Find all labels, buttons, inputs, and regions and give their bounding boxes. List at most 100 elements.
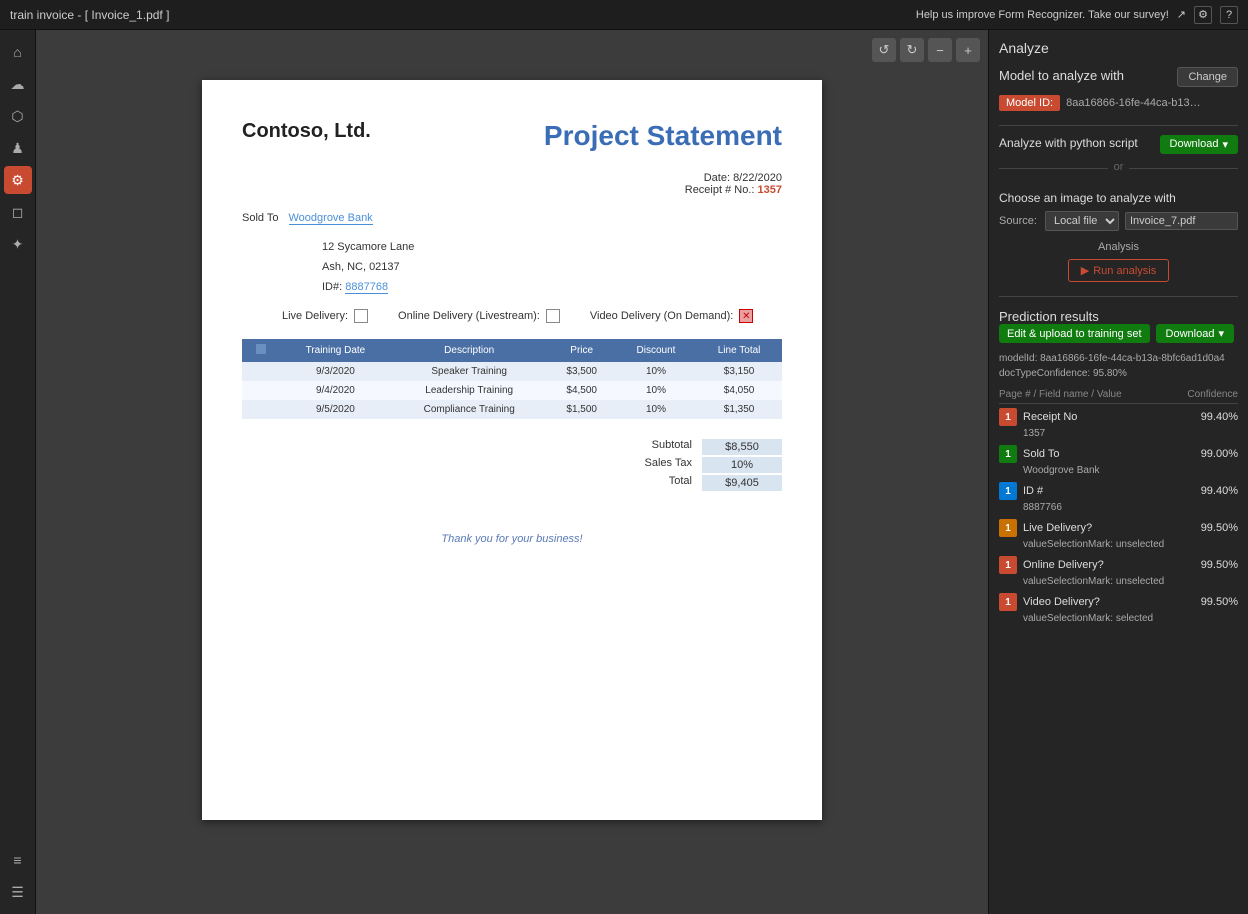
source-select[interactable]: Local file xyxy=(1045,211,1119,231)
model-id-label: Model ID: xyxy=(999,95,1060,111)
col-header-icon xyxy=(242,339,280,362)
prediction-row: 1 Receipt No 99.40% 1357 xyxy=(999,408,1238,439)
settings-icon-top[interactable]: ⚙ xyxy=(1194,6,1212,24)
survey-text: Help us improve Form Recognizer. Take ou… xyxy=(916,9,1169,21)
download-button[interactable]: Download ▾ xyxy=(1160,135,1238,154)
sidebar-item-list[interactable]: ☰ xyxy=(4,878,32,906)
zoom-out-button[interactable]: − xyxy=(928,38,952,62)
video-delivery-checkbox[interactable]: ✕ xyxy=(739,309,753,323)
source-row: Source: Local file Invoice_7.pdf xyxy=(999,211,1238,231)
or-divider: or xyxy=(999,168,1238,181)
zoom-in-button[interactable]: + xyxy=(956,38,980,62)
pred-value: 1357 xyxy=(1023,428,1238,439)
live-delivery-checkbox[interactable] xyxy=(354,309,368,323)
divider2 xyxy=(999,296,1238,297)
sidebar: ⌂ ☁ ⬡ ♟ ⚙ ◻ ✦ ≡ ☰ xyxy=(0,30,36,914)
edit-upload-label: Edit & upload to training set xyxy=(1007,328,1142,340)
pred-value: 8887766 xyxy=(1023,502,1238,513)
invoice-header: Contoso, Ltd. Project Statement xyxy=(242,120,782,152)
pred-badge: 1 xyxy=(999,445,1017,463)
pred-badge: 1 xyxy=(999,593,1017,611)
rotate-right-button[interactable]: ↻ xyxy=(900,38,924,62)
help-icon[interactable]: ? xyxy=(1220,6,1238,24)
invoice-table: Training Date Description Price Discount… xyxy=(242,339,782,419)
pred-value: valueSelectionMark: unselected xyxy=(1023,539,1238,550)
total-row: Total $9,405 xyxy=(542,475,782,491)
subtotal-label: Subtotal xyxy=(542,439,702,455)
pred-badge: 1 xyxy=(999,556,1017,574)
run-analysis-row: ▶ Run analysis xyxy=(999,259,1238,282)
model-id-result-label: modelId: xyxy=(999,353,1040,364)
date-value: 8/22/2020 xyxy=(733,172,782,184)
download-label: Download xyxy=(1170,138,1219,150)
row-total: $1,350 xyxy=(696,400,782,419)
document-viewer: ↺ ↻ − + Contoso, Ltd. Project Statement … xyxy=(36,30,988,914)
rotate-left-button[interactable]: ↺ xyxy=(872,38,896,62)
company-name: Contoso, Ltd. xyxy=(242,120,371,143)
right-panel: Analyze Model to analyze with Change Mod… xyxy=(988,30,1248,914)
external-link-icon: ↗ xyxy=(1177,8,1186,21)
pred-value: valueSelectionMark: unselected xyxy=(1023,576,1238,587)
pred-badge: 1 xyxy=(999,519,1017,537)
row-icon xyxy=(242,362,280,381)
subtotal-row: Subtotal $8,550 xyxy=(542,439,782,455)
run-label: Run analysis xyxy=(1093,265,1156,277)
pred-confidence: 99.50% xyxy=(1201,522,1238,534)
change-button[interactable]: Change xyxy=(1177,67,1238,87)
row-discount: 10% xyxy=(616,400,696,419)
prediction-row: 1 ID # 99.40% 8887766 xyxy=(999,482,1238,513)
sidebar-item-menu[interactable]: ≡ xyxy=(4,846,32,874)
or-text: or xyxy=(1108,161,1130,173)
checkbox-video-delivery: Video Delivery (On Demand): ✕ xyxy=(590,309,753,323)
col-header-date: Training Date xyxy=(280,339,391,362)
col-header-total: Line Total xyxy=(696,339,782,362)
main-layout: ⌂ ☁ ⬡ ♟ ⚙ ◻ ✦ ≡ ☰ ↺ ↻ − + Contoso, Ltd. … xyxy=(0,30,1248,914)
online-delivery-checkbox[interactable] xyxy=(546,309,560,323)
source-label: Source: xyxy=(999,215,1039,227)
sold-to-row: Sold To Woodgrove Bank xyxy=(242,212,782,225)
sidebar-item-cloud[interactable]: ☁ xyxy=(4,70,32,98)
sidebar-item-labels[interactable]: ✦ xyxy=(4,230,32,258)
sidebar-item-settings[interactable]: ⚙ xyxy=(4,166,32,194)
total-value: $9,405 xyxy=(702,475,782,491)
doc-confidence-label: docTypeConfidence: xyxy=(999,368,1090,379)
doc-confidence-value: 95.80% xyxy=(1093,368,1127,379)
sidebar-item-layout[interactable]: ◻ xyxy=(4,198,32,226)
sidebar-item-home[interactable]: ⌂ xyxy=(4,38,32,66)
id-row: ID#: 8887768 xyxy=(322,281,782,293)
pred-confidence: 99.40% xyxy=(1201,485,1238,497)
python-section: Analyze with python script Download ▾ xyxy=(999,132,1238,156)
col-header-desc: Description xyxy=(391,339,548,362)
prediction-title: Prediction results xyxy=(999,309,1238,324)
confidence-header: Confidence xyxy=(1187,389,1238,400)
run-analysis-button[interactable]: ▶ Run analysis xyxy=(1068,259,1169,282)
receipt-label: Receipt # No.: xyxy=(685,184,755,196)
pred-field: Video Delivery? xyxy=(1023,596,1195,608)
invoice-totals: Subtotal $8,550 Sales Tax 10% Total $9,4… xyxy=(242,439,782,493)
prediction-section: Prediction results Edit & upload to trai… xyxy=(999,309,1238,630)
sales-tax-row: Sales Tax 10% xyxy=(542,457,782,473)
row-discount: 10% xyxy=(616,362,696,381)
prediction-meta: modelId: 8aa16866-16fe-44ca-b13a-8bfc6ad… xyxy=(999,351,1238,381)
model-header: Model to analyze with Change xyxy=(999,64,1238,89)
total-label: Total xyxy=(542,475,702,491)
id-label: ID#: xyxy=(322,281,342,293)
window-title: train invoice - [ Invoice_1.pdf ] xyxy=(10,8,169,22)
doc-toolbar: ↺ ↻ − + xyxy=(872,38,980,62)
invoice-title: Project Statement xyxy=(544,120,782,152)
download-split-button[interactable]: Download ▾ xyxy=(1156,324,1234,343)
checkboxes-row: Live Delivery: Online Delivery (Livestre… xyxy=(282,309,782,323)
row-price: $1,500 xyxy=(548,400,616,419)
invoice-meta: Date: 8/22/2020 Receipt # No.: 1357 xyxy=(242,172,782,196)
sidebar-item-objects[interactable]: ⬡ xyxy=(4,102,32,130)
receipt-line: Receipt # No.: 1357 xyxy=(242,184,782,196)
sold-to-label: Sold To xyxy=(242,212,279,224)
pred-badge: 1 xyxy=(999,482,1017,500)
thank-you-text: Thank you for your business! xyxy=(242,533,782,545)
edit-upload-button[interactable]: Edit & upload to training set xyxy=(999,324,1150,343)
pred-field: Live Delivery? xyxy=(1023,522,1195,534)
prediction-actions: Edit & upload to training set Download ▾ xyxy=(999,324,1238,343)
choose-title: Choose an image to analyze with xyxy=(999,191,1238,205)
sidebar-item-model[interactable]: ♟ xyxy=(4,134,32,162)
row-price: $3,500 xyxy=(548,362,616,381)
